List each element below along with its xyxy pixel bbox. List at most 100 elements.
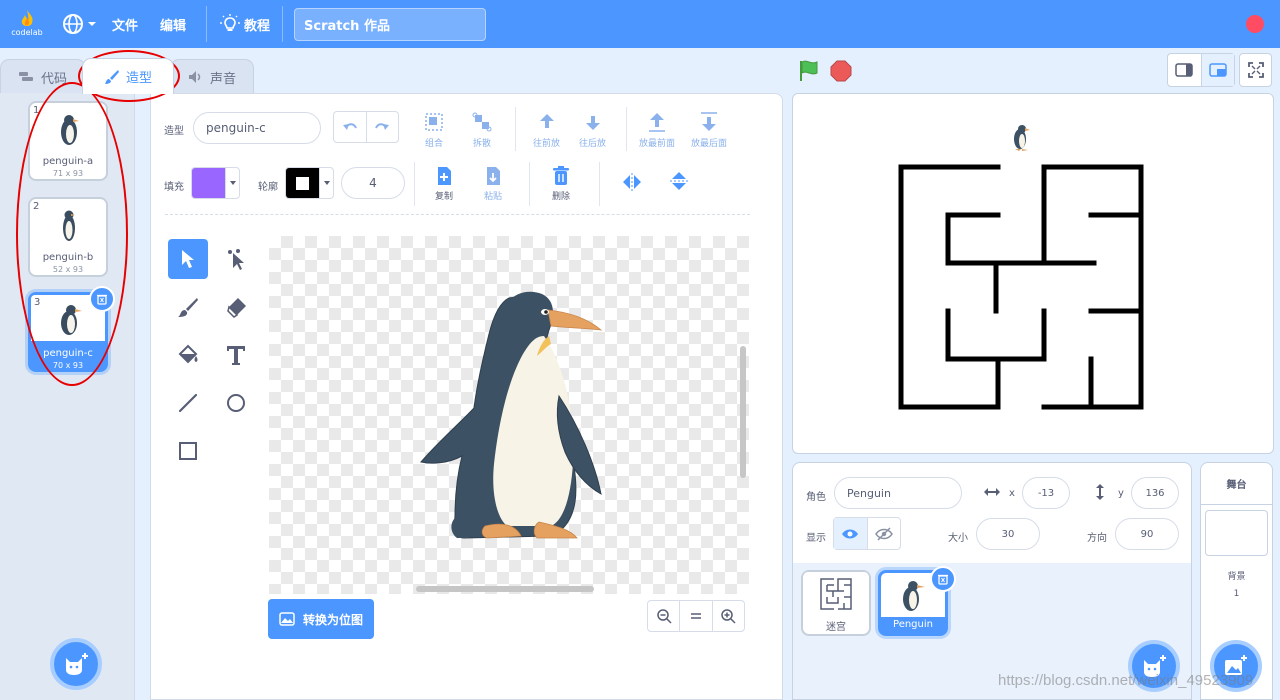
record-indicator[interactable] [1246, 15, 1264, 33]
outline-dropdown[interactable] [319, 168, 333, 198]
undo-icon [342, 123, 357, 130]
costume-delete-button[interactable] [89, 286, 115, 312]
y-position-input[interactable]: 136 [1131, 477, 1179, 509]
fill-color-picker[interactable] [191, 167, 240, 199]
x-position-input[interactable]: -13 [1022, 477, 1070, 509]
rectangle-tool[interactable] [168, 431, 208, 471]
zoom-out-button[interactable] [648, 601, 681, 631]
maze-thumbnail [820, 578, 852, 610]
costume-name: penguin-b [42, 252, 94, 263]
outline-width-input[interactable]: 4 [341, 167, 405, 199]
tab-costumes[interactable]: 造型 [82, 58, 174, 94]
fill-tool[interactable] [168, 335, 208, 375]
front-button[interactable]: 放最前面 [639, 111, 675, 149]
paste-button[interactable]: 粘贴 [484, 166, 502, 202]
stage-thumbnail[interactable] [1205, 510, 1268, 556]
eye-slash-icon [874, 526, 893, 541]
costume-number: 1 [33, 105, 40, 116]
copy-button[interactable]: 复制 [435, 166, 453, 202]
costume-name-input[interactable]: penguin-c [193, 112, 321, 144]
line-tool[interactable] [168, 383, 208, 423]
delete-button[interactable]: 删除 [552, 166, 570, 202]
x-label: x [1009, 488, 1015, 499]
convert-to-bitmap-button[interactable]: 转换为位图 [268, 599, 374, 639]
fullscreen-button[interactable] [1239, 53, 1272, 87]
large-stage-button[interactable] [1201, 54, 1234, 86]
move-to-front-icon [649, 113, 665, 132]
sprite-name: 迷宫 [826, 622, 846, 633]
green-flag-button[interactable] [796, 58, 822, 84]
sprite-name-label: 角色 [806, 492, 826, 503]
stop-icon [830, 60, 852, 82]
group-icon [425, 113, 443, 131]
costume-item-penguin-a[interactable]: 1 penguin-a 71 x 93 [28, 101, 108, 181]
group-label: 组合 [424, 139, 443, 149]
circle-icon [227, 394, 245, 412]
undo-button[interactable] [334, 112, 367, 142]
canvas-horizontal-scrollbar[interactable] [416, 586, 594, 592]
add-costume-button[interactable] [50, 638, 102, 690]
costume-number: 2 [33, 201, 40, 212]
stage[interactable] [792, 93, 1274, 454]
sprite-delete-button[interactable] [930, 566, 956, 592]
tutorial-menu[interactable]: 教程 [220, 0, 270, 48]
brush-icon [104, 69, 119, 84]
circle-tool[interactable] [216, 383, 256, 423]
code-icon [18, 72, 33, 81]
equals-icon [690, 613, 701, 619]
fill-color-swatch [192, 168, 225, 198]
zoom-in-icon [721, 609, 736, 624]
vertical-arrows-icon [1096, 484, 1104, 500]
hide-sprite-button[interactable] [868, 518, 901, 549]
backward-button[interactable]: 往后放 [579, 111, 606, 149]
redo-button[interactable] [367, 112, 399, 142]
show-sprite-button[interactable] [834, 518, 868, 549]
costume-item-penguin-b[interactable]: 2 penguin-b 52 x 93 [28, 197, 108, 277]
stop-button[interactable] [828, 58, 854, 84]
small-stage-button[interactable] [1168, 54, 1202, 86]
flip-horizontal-button[interactable] [621, 172, 643, 192]
edit-menu[interactable]: 编辑 [160, 0, 186, 48]
outline-color-picker[interactable] [285, 167, 334, 199]
tab-label: 造型 [125, 71, 152, 86]
tab-sounds[interactable]: 声音 [170, 59, 254, 94]
zoom-in-button[interactable] [713, 601, 744, 631]
direction-input[interactable]: 90 [1115, 518, 1179, 550]
canvas-vertical-scrollbar[interactable] [740, 346, 746, 478]
project-title-input[interactable]: Scratch 作品 [294, 8, 486, 41]
reshape-tool[interactable] [216, 239, 256, 279]
sprite-name-input[interactable]: Penguin [834, 477, 962, 509]
horizontal-arrows-icon [984, 488, 1000, 496]
file-menu[interactable]: 文件 [112, 0, 138, 48]
forward-button[interactable]: 往前放 [533, 111, 560, 149]
sprite-tile-maze[interactable]: 迷宫 [801, 570, 871, 636]
caret-down-icon [88, 22, 96, 26]
arrow-down-icon [585, 116, 600, 130]
text-tool[interactable] [216, 335, 256, 375]
paint-canvas[interactable] [269, 236, 749, 594]
penguin-drawing [420, 291, 603, 539]
rectangle-icon [179, 442, 197, 460]
ungroup-button[interactable]: 拆散 [471, 111, 493, 149]
codelab-logo[interactable]: codelab [10, 8, 44, 40]
undo-redo-group [333, 111, 399, 143]
costume-size: 70 x 93 [52, 361, 84, 370]
copy-icon [438, 167, 451, 185]
tab-code[interactable]: 代码 [0, 59, 86, 94]
line-icon [178, 393, 198, 413]
brush-tool[interactable] [168, 287, 208, 327]
fill-dropdown[interactable] [225, 168, 239, 198]
green-flag-icon [800, 60, 818, 81]
arrow-cursor-icon [182, 250, 194, 268]
forward-label: 往前放 [533, 139, 561, 149]
show-label: 显示 [806, 533, 826, 544]
zoom-reset-button[interactable] [680, 601, 713, 631]
language-menu[interactable] [62, 0, 97, 48]
back-button[interactable]: 放最后面 [691, 111, 727, 149]
size-input[interactable]: 30 [976, 518, 1040, 550]
eraser-tool[interactable] [216, 287, 256, 327]
group-button[interactable]: 组合 [423, 111, 445, 149]
select-tool[interactable] [168, 239, 208, 279]
flip-vertical-button[interactable] [669, 170, 689, 192]
penguin-thumbnail [61, 115, 79, 145]
